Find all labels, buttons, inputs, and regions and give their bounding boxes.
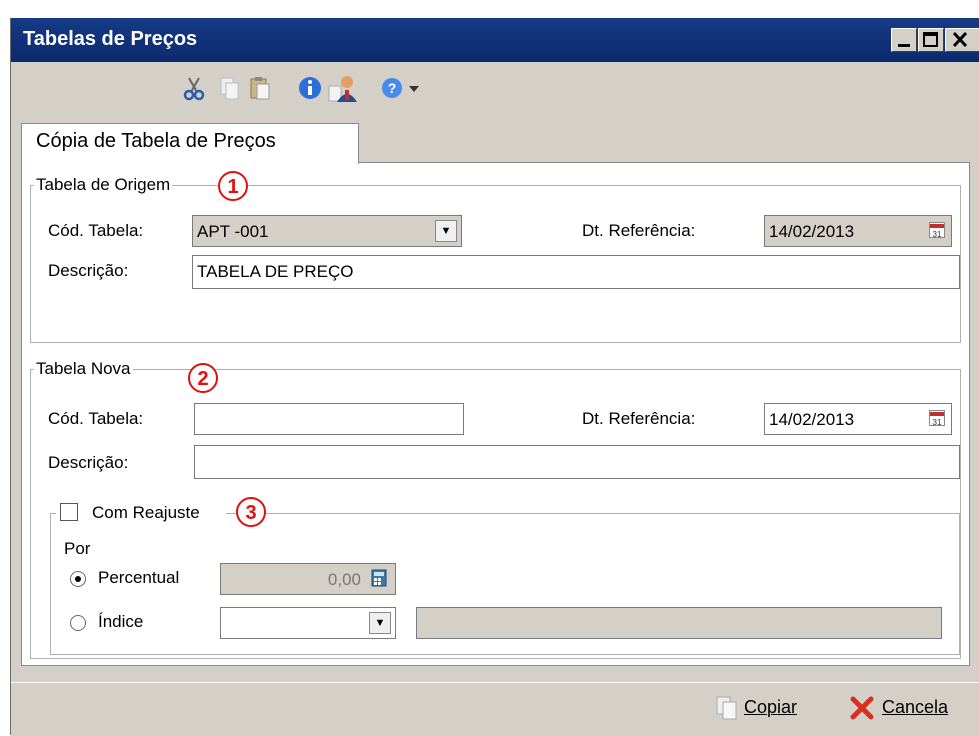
nova-desc-label: Descrição: [48,453,129,472]
minimize-icon [898,44,910,47]
nova-cod-field[interactable] [194,403,464,435]
nova-desc-field[interactable] [194,445,960,479]
indice-label: Índice [98,612,144,631]
help-icon[interactable]: ? [379,74,405,102]
indice-select[interactable]: ▼ [220,607,396,639]
tab-panel: Tabela de Origem 1 Cód. Tabela: APT -001… [21,162,970,666]
percentual-label: Percentual [98,568,180,587]
cut-icon[interactable] [181,74,207,102]
svg-text:?: ? [388,80,397,96]
calendar-icon[interactable]: 31 [929,410,945,427]
close-icon [952,31,968,48]
copy-icon[interactable] [217,74,243,102]
close-button[interactable] [945,28,979,52]
indice-radio[interactable] [70,615,86,631]
window-title: Tabelas de Preços [23,28,198,50]
origem-desc-value: TABELA DE PREÇO [197,262,354,281]
title-bar: Tabelas de Preços [11,18,979,62]
nova-dt-value: 14/02/2013 [769,410,855,429]
origem-cod-value: APT -001 [197,222,269,241]
svg-text:31: 31 [933,418,942,426]
info-icon[interactable] [297,74,323,102]
cancela-button[interactable]: Cancela [849,695,948,725]
svg-text:31: 31 [933,230,942,238]
toolbar: ? [11,62,979,112]
copiar-button[interactable]: Copiar [715,695,797,725]
origem-dt-field[interactable]: 14/02/2013 31 [764,215,952,247]
origem-legend: Tabela de Origem [34,175,173,195]
chevron-down-icon[interactable] [407,74,421,102]
nova-legend: Tabela Nova [34,359,133,379]
dropdown-arrow-icon[interactable]: ▼ [435,220,457,242]
nova-dt-field[interactable]: 14/02/2013 31 [764,403,952,435]
minimize-button[interactable] [891,28,917,52]
content-area: Tabela de Origem 1 Cód. Tabela: APT -001… [11,112,979,682]
radio-dot [75,576,81,582]
origem-dt-value: 14/02/2013 [769,222,855,241]
origem-desc-field[interactable]: TABELA DE PREÇO [192,255,960,289]
reajuste-badge: 3 [236,497,266,527]
percentual-radio[interactable] [70,571,86,587]
maximize-button[interactable] [918,28,944,52]
indice-description-field [416,607,942,639]
cancel-x-icon [850,696,874,720]
calendar-icon[interactable]: 31 [929,222,945,239]
percentual-value: 0,00 [327,570,361,589]
cancela-label: Cancela [882,696,949,717]
tab-copia[interactable]: Cópia de Tabela de Preços [21,123,359,164]
percentual-field[interactable]: 0,00 [220,563,396,595]
paste-icon[interactable] [247,74,273,102]
button-bar: Copiar Cancela [11,682,979,736]
por-label: Por [64,539,91,558]
origem-cod-label: Cód. Tabela: [48,221,144,240]
calculator-icon[interactable] [371,569,387,587]
reajuste-label: Com Reajuste [92,503,200,522]
dropdown-arrow-icon[interactable]: ▼ [369,612,391,634]
origem-badge: 1 [218,171,248,201]
origem-desc-label: Descrição: [48,261,129,280]
nova-badge: 2 [188,363,218,393]
nova-cod-label: Cód. Tabela: [48,409,144,428]
maximize-icon [923,32,938,47]
copiar-label: Copiar [744,696,798,717]
origem-dt-label: Dt. Referência: [582,221,696,240]
main-window: Tabelas de Preços ? Tabela de Origem 1 C… [10,18,979,736]
copy-icon [716,696,737,720]
user-icon[interactable] [327,72,359,104]
reajuste-checkbox[interactable] [60,503,78,521]
origem-cod-select[interactable]: APT -001 ▼ [192,215,462,247]
nova-dt-label: Dt. Referência: [582,409,696,428]
